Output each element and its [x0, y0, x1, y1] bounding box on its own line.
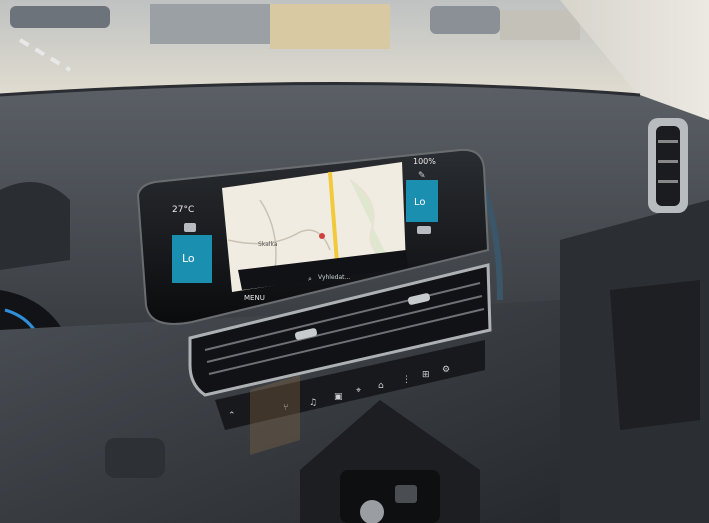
- right-climate-level: Lo: [414, 197, 426, 208]
- dashboard-illustration: Skalka MENU Vyhledat... ⌕ 27°C Lo 100% ✎…: [0, 0, 709, 523]
- right-temp-readout: 100%: [413, 157, 436, 166]
- fan-icon[interactable]: ✎: [418, 171, 426, 181]
- phone-icon[interactable]: ▣: [334, 392, 343, 402]
- right-air-vent: [648, 118, 688, 213]
- building-wall: [150, 4, 270, 44]
- left-temp-readout: 27°C: [172, 205, 194, 215]
- building-wall: [500, 10, 580, 40]
- parked-car: [10, 6, 110, 28]
- console-button[interactable]: [395, 485, 417, 503]
- seat-ventilation-icon[interactable]: [417, 226, 431, 234]
- parked-car: [430, 6, 500, 34]
- search-field[interactable]: Vyhledat...: [318, 274, 350, 281]
- grid-icon[interactable]: ⊞: [422, 370, 430, 380]
- stalk: [105, 438, 165, 478]
- dashboard-photo: Skalka MENU Vyhledat... ⌕ 27°C Lo 100% ✎…: [0, 0, 709, 523]
- seat-heat-icon[interactable]: [184, 223, 196, 232]
- home-icon[interactable]: ⌂: [378, 381, 384, 391]
- defrost-icon[interactable]: ⌃: [228, 411, 236, 421]
- drive-mode-knob[interactable]: [360, 500, 384, 523]
- settings-icon[interactable]: ⚙: [442, 365, 450, 375]
- map-position-icon: [319, 233, 325, 239]
- search-icon: ⌕: [308, 275, 312, 283]
- apps-icon[interactable]: ⋮: [402, 375, 411, 385]
- map-place-label: Skalka: [258, 241, 278, 248]
- instrument-hood: [0, 182, 70, 270]
- building-window: [270, 4, 390, 49]
- media-icon[interactable]: ♫: [309, 398, 317, 408]
- menu-button[interactable]: MENU: [244, 294, 265, 302]
- nav-icon[interactable]: ⌖: [356, 386, 361, 396]
- console-tray: [340, 470, 440, 523]
- door-pocket: [610, 280, 700, 430]
- left-climate-level: Lo: [182, 252, 195, 265]
